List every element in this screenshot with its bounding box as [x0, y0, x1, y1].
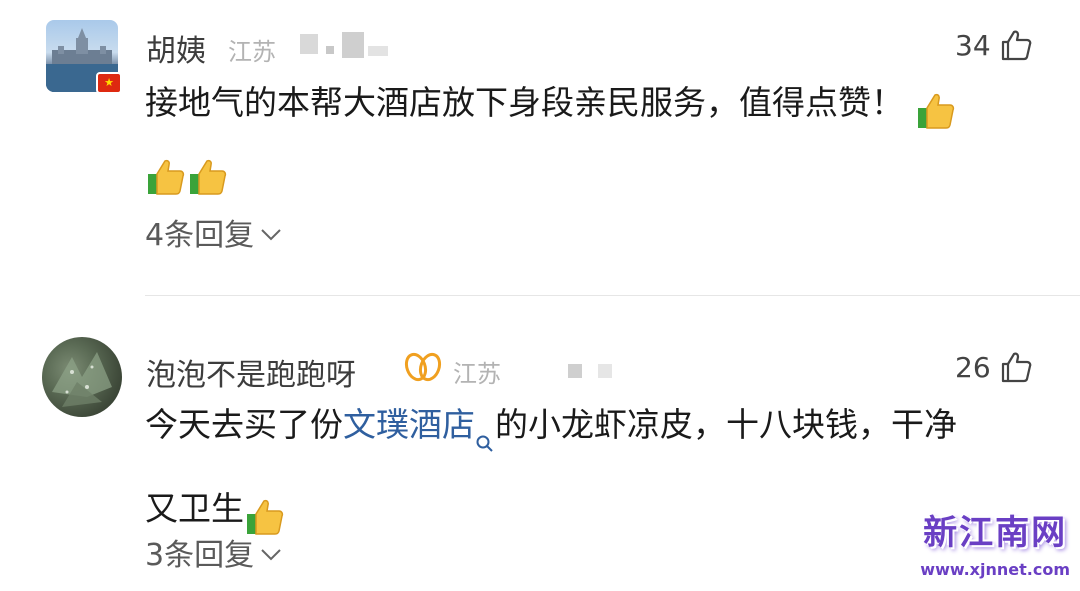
replies-label: 4条回复 [145, 218, 255, 253]
redacted-area [326, 46, 334, 54]
username[interactable]: 胡姨 [146, 26, 206, 70]
comment-line: 今天去买了份 [145, 405, 343, 444]
thumbs-up-outline-icon [999, 350, 1033, 384]
like-count: 26 [955, 350, 991, 384]
replies-label: 3条回复 [145, 538, 255, 573]
username[interactable]: 泡泡不是跑跑呀 [146, 350, 356, 394]
location-label: 江苏 [228, 38, 276, 66]
like-button[interactable]: 34 [955, 28, 1033, 62]
chevron-down-icon [260, 215, 282, 250]
vip-badge-icon [404, 350, 442, 388]
comment-line: 的小龙虾凉皮，十八块钱，干净 [495, 405, 957, 444]
search-icon[interactable] [475, 410, 495, 476]
watermark-url: www.xjnnet.com [920, 560, 1070, 579]
like-button[interactable]: 26 [955, 350, 1033, 384]
comment-text: 接地气的本帮大酒店放下身段亲民服务，值得点赞！ [145, 70, 1045, 202]
chevron-down-icon [260, 535, 282, 570]
like-count: 34 [955, 28, 991, 62]
watermark-title: 新江南网 [923, 513, 1068, 553]
thumbs-up-emoji-icon [188, 152, 228, 195]
divider [145, 295, 1080, 296]
redacted-area [342, 32, 364, 58]
comment-line: 又卫生 [145, 489, 244, 528]
avatar[interactable] [42, 337, 122, 417]
redacted-area [368, 46, 388, 56]
redacted-area [300, 34, 318, 54]
thumbs-up-emoji-icon [245, 492, 285, 535]
china-flag-icon: ★ [96, 72, 122, 94]
view-replies-button[interactable]: 3条回复 [145, 530, 282, 574]
location-label: 江苏 [453, 360, 501, 388]
thumbs-up-emoji-icon [916, 86, 956, 129]
redacted-area [568, 364, 582, 378]
watermark: 新江南网 www.xjnnet.com [920, 505, 1070, 579]
thumbs-up-emoji-icon [146, 152, 186, 195]
comment-text: 今天去买了份文璞酒店 的小龙虾凉皮，十八块钱，干净 又卫生 [145, 392, 1045, 542]
view-replies-button[interactable]: 4条回复 [145, 210, 282, 254]
hotel-link[interactable]: 文璞酒店 [343, 405, 475, 444]
redacted-area [598, 364, 612, 378]
comment-line: 接地气的本帮大酒店放下身段亲民服务，值得点赞！ [145, 83, 904, 122]
thumbs-up-outline-icon [999, 28, 1033, 62]
